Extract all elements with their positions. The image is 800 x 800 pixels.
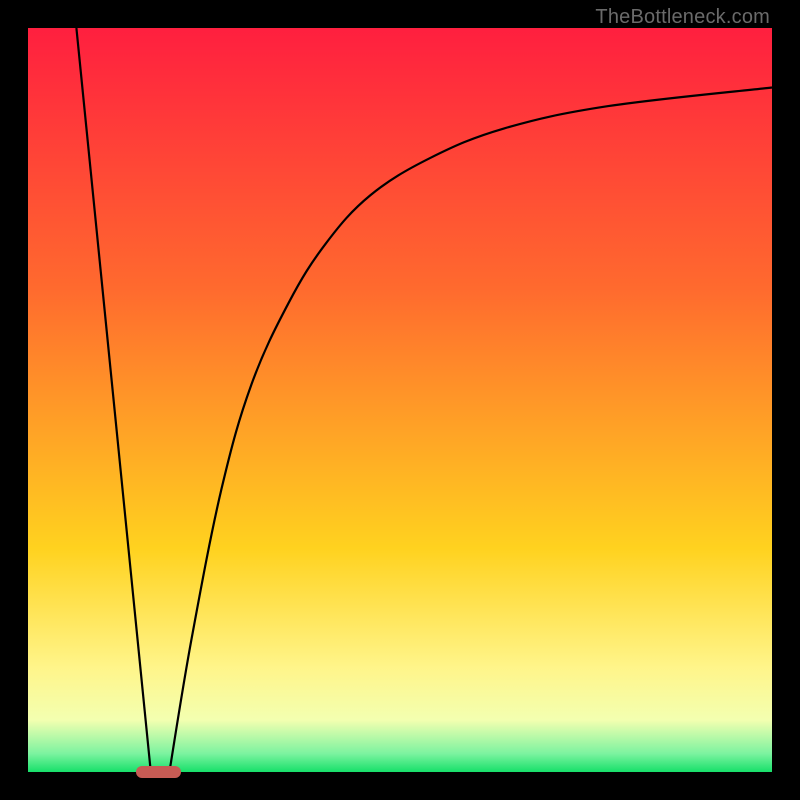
bottleneck-curve [28, 28, 772, 772]
optimum-marker [136, 766, 181, 778]
curve-right-leg [169, 88, 772, 773]
watermark-text: TheBottleneck.com [595, 6, 770, 29]
curve-left-leg [76, 28, 150, 772]
chart-frame: TheBottleneck.com [0, 0, 800, 800]
plot-area [28, 28, 772, 772]
